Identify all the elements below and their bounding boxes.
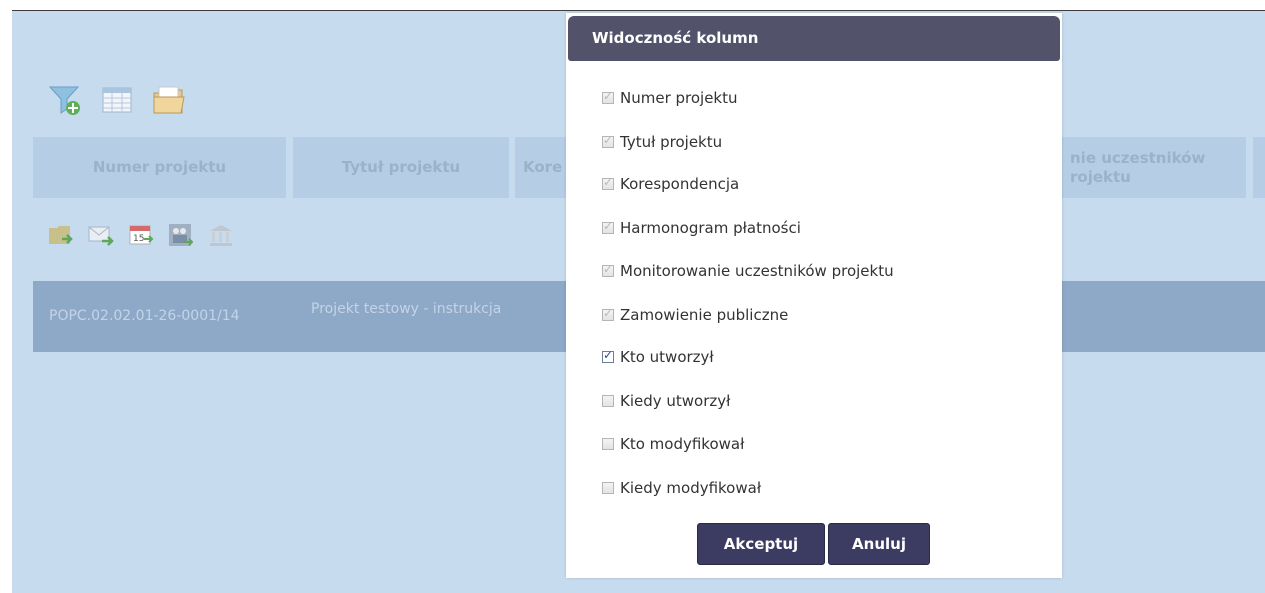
table-toolbar [48,82,186,118]
checkbox-disabled-checked [602,175,614,190]
accept-button[interactable]: Akceptuj [697,523,825,565]
header-numer-projektu[interactable]: Numer projektu [33,137,286,198]
option-label: Harmonogram płatności [620,219,801,237]
checkbox-checked[interactable] [602,348,614,363]
header-tytul-projektu[interactable]: Tytuł projektu [293,137,509,198]
option-label: Monitorowanie uczestników projektu [620,262,894,280]
row-actions: 15 [48,222,234,248]
table-icon[interactable] [100,83,134,117]
checkbox-disabled-checked [602,133,614,148]
cell-numer-projektu: POPC.02.02.01-26-0001/14 [49,308,240,324]
option-label: Korespondencja [620,175,740,193]
option-label: Kiedy modyfikował [620,479,762,497]
header-next [1253,137,1265,198]
option-zamowienie: Zamowienie publiczne [602,305,788,325]
option-tytul-projektu: Tytuł projektu [602,132,722,152]
option-kto-utworzyl[interactable]: Kto utworzył [602,347,714,367]
svg-text:15: 15 [133,234,144,244]
people-icon[interactable] [168,222,194,248]
option-label: Kto modyfikował [620,435,745,453]
folder-arrow-icon[interactable] [48,222,74,248]
checkbox-disabled-checked [602,219,614,234]
checkbox-disabled-checked [602,262,614,277]
option-korespondencja: Korespondencja [602,174,739,194]
checkbox-unchecked[interactable] [602,438,614,450]
checkbox-unchecked[interactable] [602,395,614,407]
option-label: Kto utworzył [620,348,714,366]
bank-icon[interactable] [208,222,234,248]
checkbox-disabled-checked [602,89,614,104]
checkbox-disabled-checked [602,306,614,321]
mail-arrow-icon[interactable] [88,222,114,248]
option-label: Numer projektu [620,89,738,107]
folder-icon[interactable] [152,83,186,117]
option-label: Zamowienie publiczne [620,306,789,324]
cancel-button[interactable]: Anuluj [828,523,930,565]
cell-tytul-projektu: Projekt testowy - instrukcja [311,301,502,317]
column-visibility-dialog: Widoczność kolumn Numer projektu Tytuł p… [566,13,1062,578]
option-monitorowanie: Monitorowanie uczestników projektu [602,261,894,281]
checkbox-unchecked[interactable] [602,482,614,494]
option-numer-projektu: Numer projektu [602,88,738,108]
option-kiedy-modyfikowal[interactable]: Kiedy modyfikował [602,478,761,498]
dialog-title: Widoczność kolumn [568,16,1060,61]
option-kto-modyfikowal[interactable]: Kto modyfikował [602,434,744,454]
filter-add-icon[interactable] [48,83,82,117]
header-monitorowanie[interactable]: nie uczestników rojektu [1050,137,1246,198]
calendar-icon[interactable]: 15 [128,222,154,248]
option-label: Kiedy utworzył [620,392,731,410]
option-label: Tytuł projektu [620,133,723,151]
option-harmonogram: Harmonogram płatności [602,218,801,238]
option-kiedy-utworzyl[interactable]: Kiedy utworzył [602,391,730,411]
